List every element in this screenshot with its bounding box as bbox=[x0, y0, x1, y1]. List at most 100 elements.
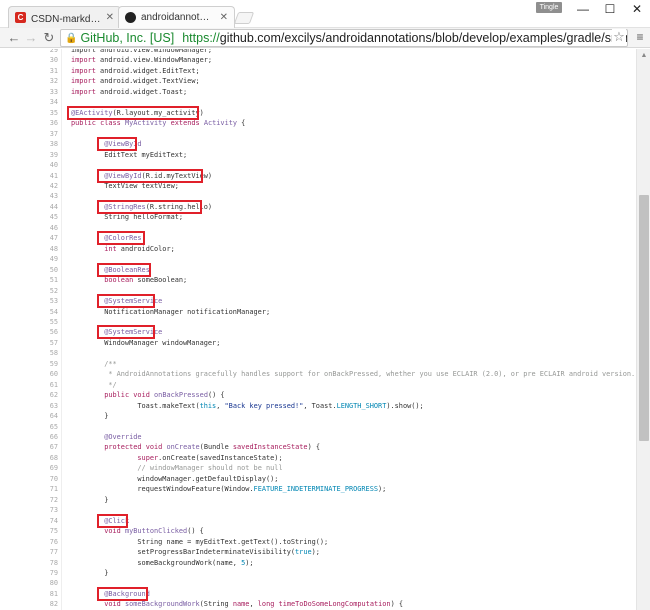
line-number[interactable]: 34 bbox=[20, 97, 58, 108]
tab-label: androidannotations/My bbox=[141, 12, 215, 23]
line-number[interactable]: 45 bbox=[20, 212, 58, 223]
code-line: 71 requestWindowFeature(Window.FEATURE_I… bbox=[0, 484, 636, 495]
scroll-up-icon[interactable]: ▲ bbox=[639, 51, 649, 61]
line-number[interactable]: 44 bbox=[20, 202, 58, 213]
code-text: } bbox=[71, 569, 109, 577]
code-text: @BooleanRes bbox=[104, 265, 150, 274]
code-viewer: 29 import android.view.WindowManager; 30 im… bbox=[0, 49, 636, 610]
line-number[interactable]: 33 bbox=[20, 87, 58, 98]
line-number[interactable]: 74 bbox=[20, 516, 58, 527]
line-number[interactable]: 76 bbox=[20, 537, 58, 548]
code-line: 58 bbox=[0, 348, 636, 359]
line-number[interactable]: 39 bbox=[20, 150, 58, 161]
code-text: windowManager.getDefaultDisplay(); bbox=[71, 474, 279, 483]
code-text: protected void onCreate(Bundle savedInst… bbox=[104, 443, 321, 452]
line-number[interactable]: 82 bbox=[20, 599, 58, 610]
reload-button[interactable]: ↻ bbox=[41, 30, 57, 46]
code-text: setProgressBarIndeterminateVisibility(tr… bbox=[71, 548, 320, 557]
tab-csdn[interactable]: C CSDN-markdown编辑器 ✕ bbox=[8, 6, 121, 28]
line-number[interactable]: 37 bbox=[20, 129, 58, 140]
line-number[interactable]: 50 bbox=[20, 265, 58, 276]
line-number[interactable]: 70 bbox=[20, 474, 58, 485]
code-text: int androidColor; bbox=[104, 244, 175, 253]
code-line: 63 Toast.makeText(this, "Back key presse… bbox=[0, 401, 636, 412]
code-line: 77 setProgressBarIndeterminateVisibility… bbox=[0, 547, 636, 558]
code-line: 72 } bbox=[0, 495, 636, 506]
line-number[interactable]: 62 bbox=[20, 390, 58, 401]
line-number[interactable]: 68 bbox=[20, 453, 58, 464]
code-line: 61 */ bbox=[0, 380, 636, 391]
line-number[interactable]: 53 bbox=[20, 296, 58, 307]
close-tab-icon[interactable]: ✕ bbox=[106, 12, 114, 23]
forward-button[interactable]: → bbox=[23, 30, 39, 46]
line-number[interactable]: 81 bbox=[20, 589, 58, 600]
address-bar[interactable]: 🔒 GitHub, Inc. [US] https://github.com/e… bbox=[60, 29, 628, 47]
code-line: 42 TextView textView; bbox=[0, 181, 636, 192]
code-line: 78 someBackgroundWork(name, 5); bbox=[0, 558, 636, 569]
line-number[interactable]: 35 bbox=[20, 108, 58, 119]
code-line: 65 bbox=[0, 422, 636, 433]
github-favicon-icon bbox=[125, 12, 136, 23]
line-number[interactable]: 38 bbox=[20, 139, 58, 150]
code-line: 47 @ColorRes bbox=[0, 233, 636, 244]
line-number[interactable]: 58 bbox=[20, 348, 58, 359]
close-tab-icon[interactable]: ✕ bbox=[220, 12, 228, 23]
back-button[interactable]: ← bbox=[6, 30, 22, 46]
line-number[interactable]: 48 bbox=[20, 244, 58, 255]
line-number[interactable]: 56 bbox=[20, 327, 58, 338]
code-line: 81 @Background bbox=[0, 589, 636, 600]
new-tab-button[interactable] bbox=[233, 12, 255, 24]
line-number[interactable]: 64 bbox=[20, 411, 58, 422]
bookmark-star-icon[interactable]: ☆ bbox=[612, 29, 626, 45]
code-text: public void onBackPressed() { bbox=[104, 391, 225, 400]
profile-badge[interactable]: Tingle bbox=[536, 2, 562, 13]
code-text: // windowManager should not be null bbox=[137, 464, 283, 473]
line-number[interactable]: 73 bbox=[20, 505, 58, 516]
line-number[interactable]: 66 bbox=[20, 432, 58, 443]
line-number[interactable]: 51 bbox=[20, 275, 58, 286]
code-line: 75 void myButtonClicked() { bbox=[0, 526, 636, 537]
close-window-button[interactable]: ✕ bbox=[622, 0, 650, 18]
line-number[interactable]: 42 bbox=[20, 181, 58, 192]
line-number[interactable]: 60 bbox=[20, 369, 58, 380]
line-number[interactable]: 80 bbox=[20, 578, 58, 589]
line-number[interactable]: 32 bbox=[20, 76, 58, 87]
line-number[interactable]: 49 bbox=[20, 254, 58, 265]
minimize-button[interactable]: — bbox=[568, 0, 598, 18]
line-number[interactable]: 54 bbox=[20, 307, 58, 318]
line-number[interactable]: 59 bbox=[20, 359, 58, 370]
code-line: 53 @SystemService bbox=[0, 296, 636, 307]
line-number[interactable]: 46 bbox=[20, 223, 58, 234]
line-number[interactable]: 57 bbox=[20, 338, 58, 349]
line-number[interactable]: 61 bbox=[20, 380, 58, 391]
line-number[interactable]: 36 bbox=[20, 118, 58, 129]
line-number[interactable]: 69 bbox=[20, 463, 58, 474]
line-number[interactable]: 41 bbox=[20, 171, 58, 182]
line-number[interactable]: 78 bbox=[20, 558, 58, 569]
line-number[interactable]: 72 bbox=[20, 495, 58, 506]
line-number[interactable]: 65 bbox=[20, 422, 58, 433]
vertical-scrollbar[interactable]: ▲ bbox=[636, 49, 650, 610]
line-number[interactable]: 63 bbox=[20, 401, 58, 412]
tab-androidannotations[interactable]: androidannotations/My ✕ bbox=[118, 6, 235, 28]
line-number[interactable]: 55 bbox=[20, 317, 58, 328]
line-number[interactable]: 30 bbox=[20, 55, 58, 66]
maximize-button[interactable]: ☐ bbox=[595, 0, 625, 18]
line-number[interactable]: 67 bbox=[20, 442, 58, 453]
menu-icon[interactable]: ≡ bbox=[633, 30, 647, 44]
scrollbar-thumb[interactable] bbox=[639, 195, 649, 441]
line-number[interactable]: 79 bbox=[20, 568, 58, 579]
line-number[interactable]: 77 bbox=[20, 547, 58, 558]
code-line: 35 @EActivity(R.layout.my_activity) bbox=[0, 108, 636, 119]
line-number[interactable]: 71 bbox=[20, 484, 58, 495]
code-line: 44 @StringRes(R.string.hello) bbox=[0, 202, 636, 213]
code-line: 54 NotificationManager notificationManag… bbox=[0, 307, 636, 318]
code-text: TextView textView; bbox=[71, 181, 179, 190]
line-number[interactable]: 43 bbox=[20, 191, 58, 202]
line-number[interactable]: 47 bbox=[20, 233, 58, 244]
line-number[interactable]: 75 bbox=[20, 526, 58, 537]
line-number[interactable]: 31 bbox=[20, 66, 58, 77]
line-number[interactable]: 52 bbox=[20, 286, 58, 297]
ev-identity[interactable]: GitHub, Inc. [US] bbox=[80, 31, 174, 45]
line-number[interactable]: 40 bbox=[20, 160, 58, 171]
